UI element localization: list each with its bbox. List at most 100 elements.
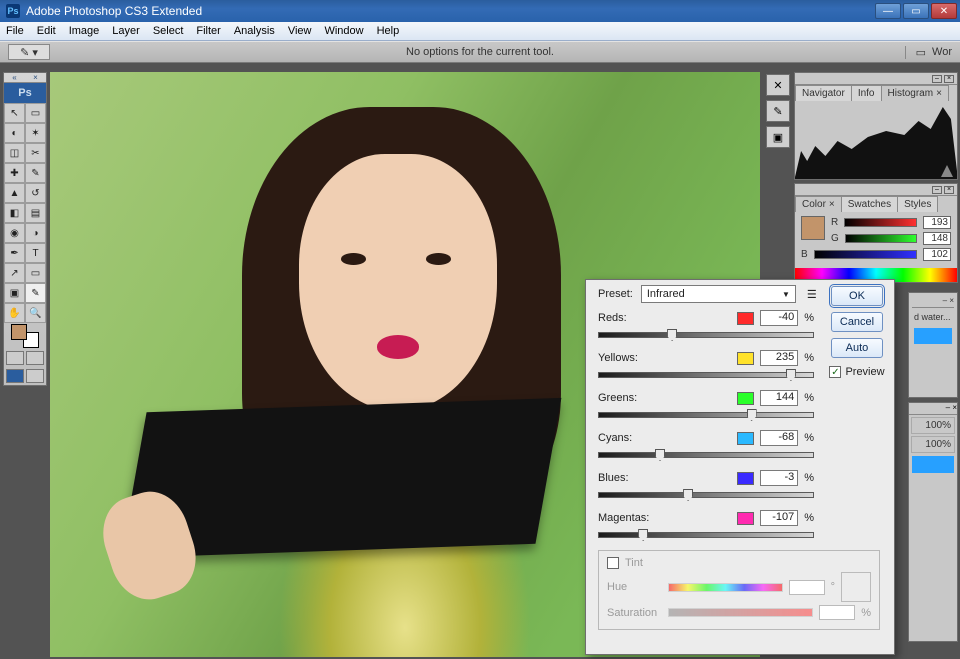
screen-mode-button[interactable] xyxy=(6,369,24,383)
workspace-label[interactable]: Wor xyxy=(932,46,952,58)
ok-button[interactable]: OK xyxy=(831,286,883,306)
r-value[interactable]: 193 xyxy=(923,216,951,229)
panel-close-icon[interactable]: × xyxy=(944,75,954,83)
history-panel-peek[interactable]: – × d water... xyxy=(908,292,958,398)
stamp-tool[interactable]: ▲ xyxy=(4,183,25,203)
foreground-color[interactable] xyxy=(11,324,27,340)
fill-field[interactable]: 100% xyxy=(911,436,955,453)
sat-field xyxy=(819,605,855,620)
channel-value-cyans[interactable]: -68 xyxy=(760,430,798,446)
menu-analysis[interactable]: Analysis xyxy=(234,25,275,37)
shape-tool[interactable]: ▭ xyxy=(25,263,46,283)
channel-value-reds[interactable]: -40 xyxy=(760,310,798,326)
tab-swatches[interactable]: Swatches xyxy=(841,196,898,212)
auto-button[interactable]: Auto xyxy=(831,338,883,358)
gradient-tool[interactable]: ▤ xyxy=(25,203,46,223)
channel-slider-greens[interactable] xyxy=(598,409,814,423)
b-value[interactable]: 102 xyxy=(923,248,951,261)
lasso-tool[interactable]: ◐ xyxy=(4,123,25,143)
history-brush-tool[interactable]: ↺ xyxy=(25,183,46,203)
layer-row-selected[interactable] xyxy=(912,456,954,473)
channel-value-blues[interactable]: -3 xyxy=(760,470,798,486)
channel-slider-reds[interactable] xyxy=(598,329,814,343)
b-slider[interactable] xyxy=(814,250,917,259)
opacity-field[interactable]: 100% xyxy=(911,417,955,434)
blur-tool[interactable]: ◉ xyxy=(4,223,25,243)
color-panel-swatch[interactable] xyxy=(801,216,825,240)
path-tool[interactable]: ↗ xyxy=(4,263,25,283)
layers-panel-peek[interactable]: – × 100% 100% xyxy=(908,402,958,642)
menu-image[interactable]: Image xyxy=(69,25,100,37)
eyedropper-tool[interactable]: ✎ xyxy=(25,283,46,303)
tool-preset-dropdown[interactable]: ✎ ▾ xyxy=(8,44,50,60)
channel-value-yellows[interactable]: 235 xyxy=(760,350,798,366)
channel-row-magentas: Magentas:-107% xyxy=(598,510,814,543)
brush-tool[interactable]: ✎ xyxy=(25,163,46,183)
window-minimize-button[interactable]: — xyxy=(875,3,901,19)
channel-value-magentas[interactable]: -107 xyxy=(760,510,798,526)
eraser-tool[interactable]: ◧ xyxy=(4,203,25,223)
panel-close-icon[interactable]: × xyxy=(944,186,954,194)
menu-select[interactable]: Select xyxy=(153,25,184,37)
menu-file[interactable]: File xyxy=(6,25,24,37)
preset-menu-icon[interactable]: ☰ xyxy=(804,286,820,302)
menu-window[interactable]: Window xyxy=(324,25,363,37)
channel-row-yellows: Yellows:235% xyxy=(598,350,814,383)
tab-styles[interactable]: Styles xyxy=(897,196,938,212)
panel-minimize-icon[interactable]: – xyxy=(932,75,942,83)
palette-toggle-icon[interactable]: ▭ xyxy=(916,46,926,59)
g-label: G xyxy=(831,233,839,244)
menu-filter[interactable]: Filter xyxy=(196,25,220,37)
crop-tool[interactable]: ◫ xyxy=(4,143,25,163)
screen-mode-alt-button[interactable] xyxy=(26,369,44,383)
color-swatches[interactable] xyxy=(4,323,46,349)
r-slider[interactable] xyxy=(844,218,917,227)
heal-tool[interactable]: ✚ xyxy=(4,163,25,183)
menu-edit[interactable]: Edit xyxy=(37,25,56,37)
channel-label: Cyans: xyxy=(598,432,632,444)
channel-slider-yellows[interactable] xyxy=(598,369,814,383)
standard-mode-button[interactable] xyxy=(6,351,24,365)
panel-minimize-icon[interactable]: – xyxy=(932,186,942,194)
options-bar-message: No options for the current tool. xyxy=(406,46,554,58)
panel-icon-brush[interactable]: ✎ xyxy=(766,100,790,122)
channel-value-greens[interactable]: 144 xyxy=(760,390,798,406)
sat-pct: % xyxy=(861,607,871,619)
tint-checkbox[interactable] xyxy=(607,557,619,569)
menu-layer[interactable]: Layer xyxy=(112,25,140,37)
channel-slider-cyans[interactable] xyxy=(598,449,814,463)
move-tool[interactable]: ↖ xyxy=(4,103,25,123)
tab-color[interactable]: Color× xyxy=(795,196,842,212)
wand-tool[interactable]: ✶ xyxy=(25,123,46,143)
type-tool[interactable]: T xyxy=(25,243,46,263)
marquee-tool[interactable]: ▭ xyxy=(25,103,46,123)
history-selected-row[interactable] xyxy=(914,328,952,344)
menu-view[interactable]: View xyxy=(288,25,312,37)
channel-slider-blues[interactable] xyxy=(598,489,814,503)
cancel-button[interactable]: Cancel xyxy=(831,312,883,332)
pen-tool[interactable]: ✒ xyxy=(4,243,25,263)
preview-checkbox[interactable]: ✓ xyxy=(829,366,841,378)
slice-tool[interactable]: ✂ xyxy=(25,143,46,163)
preset-dropdown[interactable]: Infrared ▼ xyxy=(641,285,796,303)
notes-tool[interactable]: ▣ xyxy=(4,283,25,303)
quickmask-mode-button[interactable] xyxy=(26,351,44,365)
dodge-tool[interactable]: ◑ xyxy=(25,223,46,243)
app-icon: Ps xyxy=(6,4,20,18)
channel-pct: % xyxy=(804,432,814,444)
channel-slider-magentas[interactable] xyxy=(598,529,814,543)
tab-info[interactable]: Info xyxy=(851,85,882,101)
tab-histogram[interactable]: Histogram× xyxy=(881,85,949,101)
menu-help[interactable]: Help xyxy=(377,25,400,37)
window-close-button[interactable]: ✕ xyxy=(931,3,957,19)
panel-icon-tools[interactable]: ✕ xyxy=(766,74,790,96)
zoom-tool[interactable]: 🔍 xyxy=(25,303,46,323)
tab-navigator[interactable]: Navigator xyxy=(795,85,852,101)
panel-icon-clone[interactable]: ▣ xyxy=(766,126,790,148)
g-slider[interactable] xyxy=(845,234,917,243)
window-maximize-button[interactable]: ▭ xyxy=(903,3,929,19)
hand-tool[interactable]: ✋ xyxy=(4,303,25,323)
channel-swatch-magentas xyxy=(737,512,754,525)
g-value[interactable]: 148 xyxy=(923,232,951,245)
preset-value: Infrared xyxy=(647,288,685,300)
